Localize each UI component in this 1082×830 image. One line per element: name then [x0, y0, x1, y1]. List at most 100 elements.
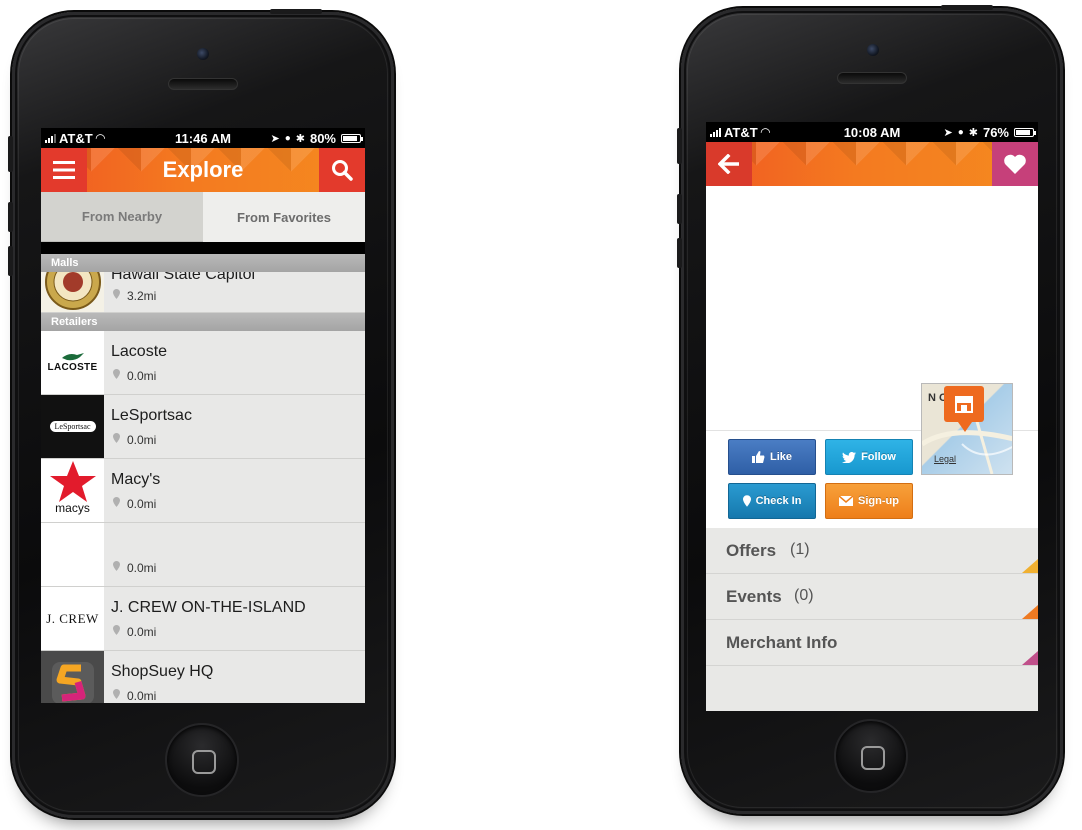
corner-accent — [1022, 605, 1038, 619]
carrier-name: AT&T — [59, 130, 93, 146]
carrier-name: AT&T — [724, 124, 758, 140]
corner-accent — [1022, 651, 1038, 665]
jcrew-logo: J. CREW — [41, 587, 104, 650]
volume-up-button — [677, 194, 682, 224]
page-title: Explore — [162, 157, 244, 182]
tab-from-nearby[interactable]: From Nearby — [41, 192, 203, 242]
like-button[interactable]: Like — [728, 439, 816, 475]
pin-icon — [113, 433, 120, 443]
map-legal-link[interactable]: Legal — [934, 454, 956, 464]
menu-row-label: Events — [726, 587, 782, 606]
list-item[interactable]: Hawaii State Capitol 3.2mi — [41, 272, 365, 313]
lesportsac-logo: LeSportsac — [41, 395, 104, 458]
tab-from-favorites[interactable]: From Favorites — [203, 192, 365, 242]
map-label-text: N O U — [928, 392, 959, 404]
list-item[interactable]: macys Macy's 0.0mi — [41, 459, 365, 523]
store-icon — [955, 396, 973, 413]
home-button[interactable] — [165, 723, 239, 797]
divider — [706, 430, 1038, 431]
status-bar: AT&T ◠ 11:46 AM ➤ ● ✱ 80% — [41, 128, 365, 148]
earpiece-speaker — [168, 78, 238, 90]
volume-down-button — [677, 238, 682, 268]
list-item-distance: 0.0mi — [127, 433, 157, 447]
pin-icon — [113, 689, 120, 699]
merchant-header — [706, 142, 1038, 186]
list-item-name: Hawaii State Capitol — [111, 272, 256, 283]
shopsuey-logo — [41, 651, 104, 703]
map-thumbnail[interactable]: N O U Legal — [921, 383, 1013, 475]
location-icon: ➤ — [943, 126, 953, 139]
source-tabs: From Nearby From Favorites — [41, 192, 365, 242]
earpiece-speaker — [837, 72, 907, 84]
carrier: AT&T ◠ — [45, 131, 105, 146]
search-button[interactable] — [319, 148, 365, 192]
like-label: Like — [769, 451, 792, 463]
back-button[interactable] — [706, 142, 752, 186]
wifi-icon: ◠ — [760, 125, 770, 139]
status-time: 11:46 AM — [175, 130, 231, 146]
pin-icon — [113, 369, 120, 379]
pin-icon — [113, 497, 120, 507]
follow-label: Follow — [861, 451, 896, 463]
list-item-name: ShopSuey HQ — [111, 663, 214, 680]
battery-icon — [341, 133, 363, 143]
volume-down-button — [8, 246, 13, 276]
pin-icon — [113, 289, 120, 299]
hamburger-icon — [53, 161, 75, 179]
macys-logo-text: macys — [55, 501, 90, 515]
list-item-distance: 0.0mi — [127, 625, 157, 639]
sign-up-button[interactable]: Sign-up — [825, 483, 913, 519]
alarm-icon: ● — [284, 132, 291, 144]
pin-icon — [113, 561, 120, 571]
lacoste-logo: LACOSTE — [41, 331, 104, 394]
menu-row-label: Offers — [726, 541, 777, 560]
list-item[interactable]: 0.0mi — [41, 523, 365, 587]
list-item[interactable]: ShopSuey HQ 0.0mi — [41, 651, 365, 703]
list-item-distance: 0.0mi — [127, 497, 157, 511]
capitol-seal-logo — [41, 272, 104, 312]
pin-icon — [742, 495, 751, 507]
list-item-distance: 3.2mi — [127, 289, 157, 303]
check-in-button[interactable]: Check In — [728, 483, 816, 519]
back-arrow-icon — [718, 154, 739, 174]
list-item-distance: 0.0mi — [127, 561, 157, 575]
blank-logo — [41, 523, 104, 586]
macys-logo: macys — [41, 459, 104, 522]
signal-icon — [45, 133, 56, 143]
stage: AT&T ◠ 11:46 AM ➤ ● ✱ 80% Explore From N… — [0, 0, 1082, 830]
explore-header: Explore — [41, 148, 365, 192]
battery-percent: 80% — [309, 130, 336, 146]
follow-button[interactable]: Follow — [825, 439, 913, 475]
status-right: ➤ ● ✱ 76% — [943, 125, 1036, 140]
left-phone: AT&T ◠ 11:46 AM ➤ ● ✱ 80% Explore From N… — [8, 9, 394, 818]
list-item[interactable]: LACOSTE Lacoste 0.0mi — [41, 331, 365, 395]
menu-row-events[interactable]: Events (0) — [706, 574, 1038, 620]
right-screen: AT&T ◠ 10:08 AM ➤ ● ✱ 76% N O U Legal Li… — [706, 122, 1038, 711]
list-item-distance: 0.0mi — [127, 369, 157, 383]
menu-button[interactable] — [41, 148, 87, 192]
corner-accent — [1022, 559, 1038, 573]
front-camera — [197, 48, 209, 60]
list-item-name: LeSportsac — [111, 407, 192, 424]
pin-icon — [113, 625, 120, 635]
status-right: ➤ ● ✱ 80% — [270, 130, 363, 146]
list-item-name: Lacoste — [111, 343, 168, 360]
list-item-name: Macy's — [111, 471, 161, 488]
favorite-button[interactable] — [992, 142, 1038, 186]
status-time: 10:08 AM — [843, 124, 901, 140]
volume-up-button — [8, 202, 13, 232]
home-button[interactable] — [834, 719, 908, 793]
menu-row-label: Merchant Info — [726, 633, 838, 652]
menu-row-merchant-info[interactable]: Merchant Info — [706, 620, 1038, 666]
list-item-name: J. CREW ON-THE-ISLAND — [111, 599, 306, 616]
list-item[interactable]: LeSportsac LeSportsac 0.0mi — [41, 395, 365, 459]
bluetooth-icon: ✱ — [968, 126, 978, 139]
list-item-distance: 0.0mi — [127, 689, 157, 703]
menu-row-offers[interactable]: Offers (1) — [706, 528, 1038, 574]
list-item[interactable]: J. CREW J. CREW ON-THE-ISLAND 0.0mi — [41, 587, 365, 651]
search-icon — [332, 160, 353, 181]
jcrew-logo-text: J. CREW — [46, 610, 99, 626]
mute-switch — [8, 136, 13, 172]
star-icon — [49, 461, 96, 502]
lacoste-logo-text: LACOSTE — [47, 362, 98, 373]
